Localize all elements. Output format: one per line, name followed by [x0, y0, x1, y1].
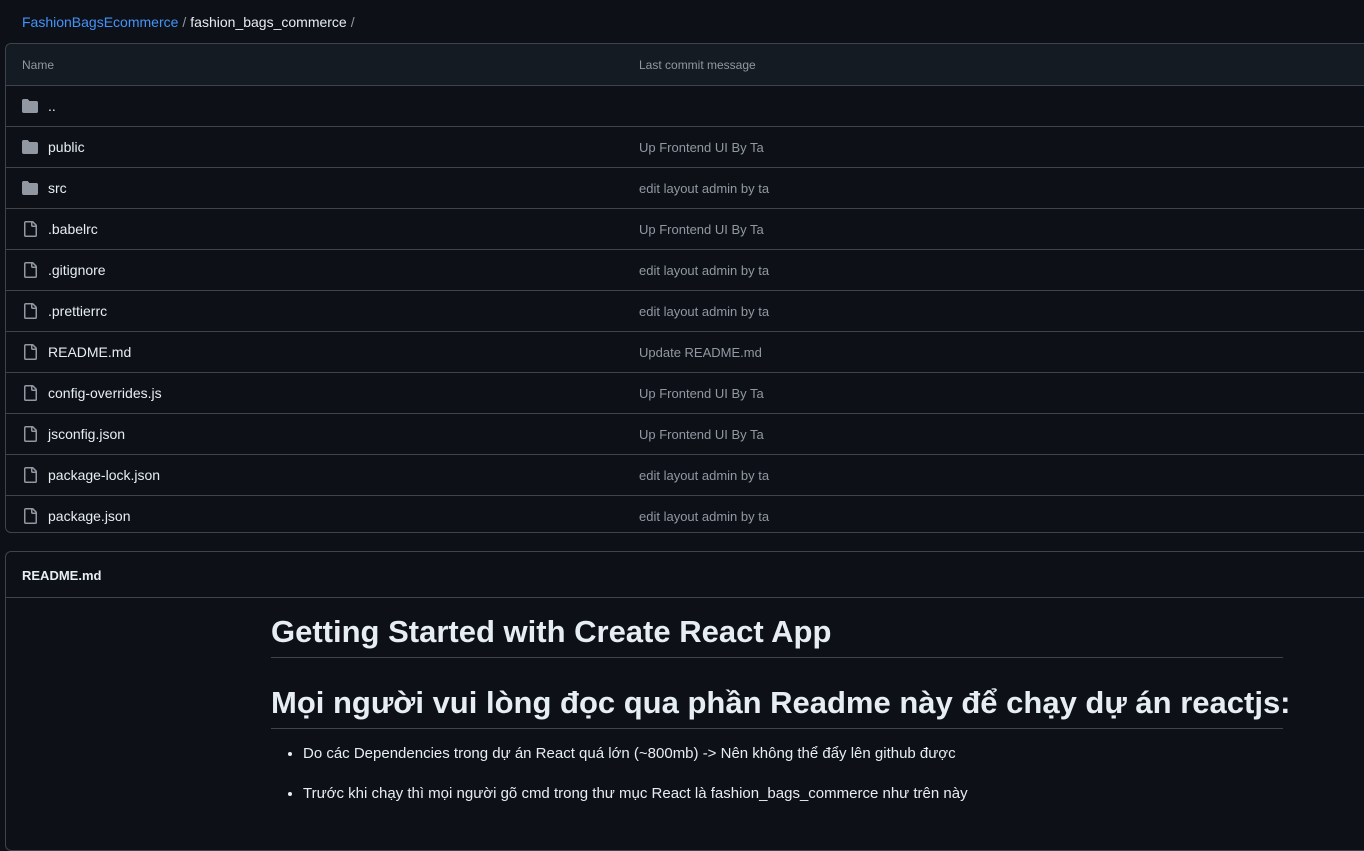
file-icon	[22, 303, 38, 319]
commit-message-link[interactable]: edit layout admin by ta	[639, 263, 769, 278]
file-row[interactable]: package-lock.json edit layout admin by ta	[6, 455, 1364, 496]
column-header-name: Name	[22, 58, 55, 72]
file-row[interactable]: src edit layout admin by ta	[6, 168, 1364, 209]
file-icon	[22, 426, 38, 442]
file-row[interactable]: .gitignore edit layout admin by ta	[6, 250, 1364, 291]
folder-icon	[22, 139, 38, 155]
file-row[interactable]: config-overrides.js Up Frontend UI By Ta	[6, 373, 1364, 414]
readme-title[interactable]: README.md	[22, 568, 101, 583]
breadcrumb-trailing-separator: /	[350, 14, 355, 30]
commit-message-link[interactable]: edit layout admin by ta	[639, 509, 769, 524]
file-icon	[22, 508, 38, 524]
readme-heading-1: Getting Started with Create React App	[271, 612, 1283, 658]
breadcrumb-separator: /	[182, 14, 187, 30]
file-row[interactable]: package.json edit layout admin by ta	[6, 496, 1364, 532]
breadcrumb-owner-link[interactable]: FashionBagsEcommerce	[22, 14, 178, 30]
readme-panel: README.md Getting Started with Create Re…	[5, 551, 1364, 851]
readme-bullet: Trước khi chạy thì mọi người gõ cmd tron…	[303, 785, 1283, 803]
readme-content: Getting Started with Create React App Mọ…	[271, 612, 1291, 825]
file-name-link[interactable]: package-lock.json	[48, 467, 160, 483]
file-name-link[interactable]: public	[48, 139, 85, 155]
file-icon	[22, 221, 38, 237]
breadcrumb: FashionBagsEcommerce / fashion_bags_commer…	[22, 13, 359, 31]
commit-message-link[interactable]: Update README.md	[639, 345, 762, 360]
file-name-link[interactable]: .babelrc	[48, 221, 98, 237]
commit-message-link[interactable]: Up Frontend UI By Ta	[639, 386, 764, 401]
file-icon	[22, 344, 38, 360]
commit-message-link[interactable]: Up Frontend UI By Ta	[639, 140, 764, 155]
commit-message-link[interactable]: Up Frontend UI By Ta	[639, 222, 764, 237]
file-name-link[interactable]: .prettierrc	[48, 303, 107, 319]
file-name-link[interactable]: src	[48, 180, 67, 196]
folder-icon	[22, 180, 38, 196]
readme-bullet-list: Do các Dependencies trong dự án React qu…	[271, 745, 1283, 803]
file-row[interactable]: public Up Frontend UI By Ta	[6, 127, 1364, 168]
file-icon	[22, 467, 38, 483]
readme-heading-2: Mọi người vui lòng đọc qua phần Readme n…	[271, 683, 1291, 729]
file-rows: .. public Up Frontend UI By Ta src edit lay…	[6, 86, 1364, 532]
commit-message-link[interactable]: Up Frontend UI By Ta	[639, 427, 764, 442]
parent-directory-link[interactable]: ..	[48, 98, 56, 114]
file-name-link[interactable]: package.json	[48, 508, 131, 524]
file-row[interactable]: .babelrc Up Frontend UI By Ta	[6, 209, 1364, 250]
parent-directory-row[interactable]: ..	[6, 86, 1364, 127]
readme-bullet: Do các Dependencies trong dự án React qu…	[303, 745, 1283, 763]
file-row[interactable]: .prettierrc edit layout admin by ta	[6, 291, 1364, 332]
file-name-link[interactable]: .gitignore	[48, 262, 106, 278]
file-name-link[interactable]: jsconfig.json	[48, 426, 125, 442]
file-icon	[22, 385, 38, 401]
file-icon	[22, 262, 38, 278]
file-name-link[interactable]: config-overrides.js	[48, 385, 162, 401]
folder-icon	[22, 98, 38, 114]
file-list-header: Name Last commit message	[6, 44, 1364, 86]
column-header-last-commit: Last commit message	[639, 58, 756, 72]
file-name-link[interactable]: README.md	[48, 344, 131, 360]
breadcrumb-repo-link[interactable]: fashion_bags_commerce	[190, 14, 346, 30]
commit-message-link[interactable]: edit layout admin by ta	[639, 304, 769, 319]
commit-message-link[interactable]: edit layout admin by ta	[639, 468, 769, 483]
file-list: Name Last commit message .. public Up Fro…	[5, 43, 1364, 533]
file-row[interactable]: README.md Update README.md	[6, 332, 1364, 373]
file-row[interactable]: jsconfig.json Up Frontend UI By Ta	[6, 414, 1364, 455]
commit-message-link[interactable]: edit layout admin by ta	[639, 181, 769, 196]
readme-header: README.md	[6, 552, 1364, 598]
